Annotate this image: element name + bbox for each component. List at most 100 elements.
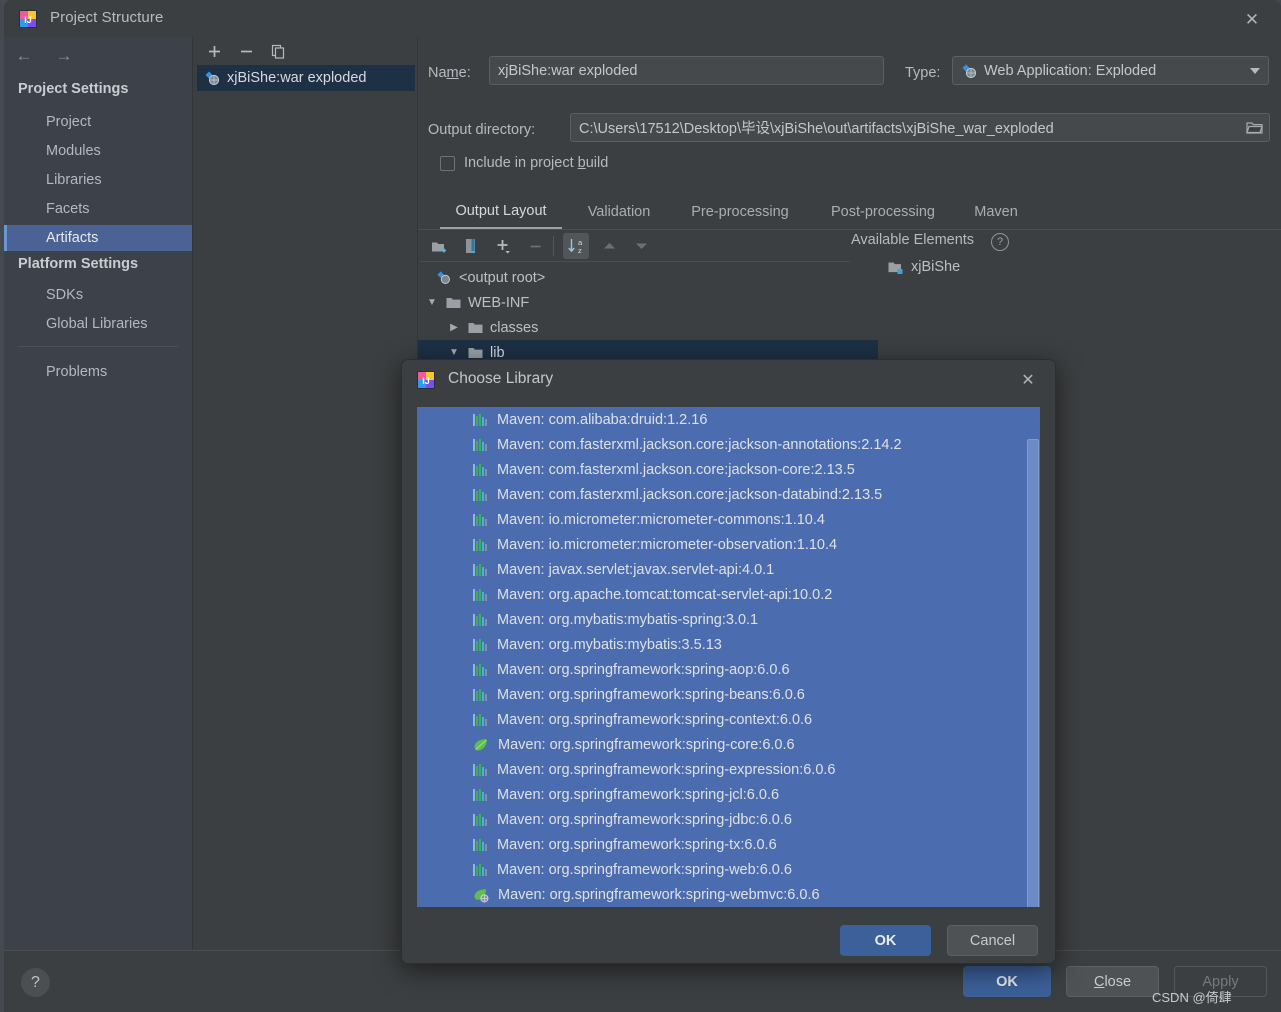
- tree-row-output-root[interactable]: <output root>: [418, 265, 852, 290]
- tab-label: Output Layout: [455, 203, 547, 219]
- list-item[interactable]: Maven: io.micrometer:micrometer-observat…: [417, 532, 1040, 557]
- tree-row-classes[interactable]: ▶ classes: [418, 315, 878, 340]
- chevron-down-icon[interactable]: ▼: [424, 295, 440, 311]
- sort-az-icon[interactable]: a z: [563, 233, 589, 259]
- library-list-scrollbar[interactable]: [1027, 423, 1040, 907]
- list-item-label: Maven: org.springframework:spring-web:6.…: [497, 861, 792, 878]
- choose-library-cancel-button[interactable]: Cancel: [947, 925, 1038, 956]
- close-icon[interactable]: ✕: [1235, 6, 1269, 32]
- add-artifact-button[interactable]: [201, 39, 227, 63]
- scrollbar-thumb[interactable]: [1027, 439, 1039, 907]
- sidebar-item-facets[interactable]: Facets: [4, 196, 192, 222]
- tree-row-label: classes: [490, 319, 539, 336]
- list-item[interactable]: Maven: org.mybatis:mybatis:3.5.13: [417, 632, 1040, 657]
- tab-validation[interactable]: Validation: [573, 195, 665, 229]
- list-item[interactable]: Maven: org.mybatis:mybatis-spring:3.0.1: [417, 607, 1040, 632]
- list-item[interactable]: Maven: org.springframework:spring-web:6.…: [417, 857, 1040, 882]
- list-item[interactable]: Maven: com.fasterxml.jackson.core:jackso…: [417, 482, 1040, 507]
- intellij-idea-icon: IJ: [416, 370, 436, 390]
- maven-icon: [473, 613, 488, 627]
- maven-icon: [473, 788, 488, 802]
- list-item[interactable]: Maven: com.fasterxml.jackson.core:jackso…: [417, 457, 1040, 482]
- archive-icon[interactable]: [458, 233, 484, 259]
- module-folder-icon: [888, 261, 903, 274]
- tree-row-label: <output root>: [459, 269, 546, 286]
- list-item[interactable]: Maven: org.springframework:spring-tx:6.0…: [417, 832, 1040, 857]
- help-icon[interactable]: ?: [991, 233, 1009, 251]
- intellij-idea-icon: IJ: [18, 9, 38, 29]
- tab-post-processing[interactable]: Post-processing: [816, 195, 950, 229]
- sidebar-item-project[interactable]: Project: [4, 109, 192, 135]
- sidebar-item-global-libraries[interactable]: Global Libraries: [4, 311, 192, 337]
- list-item[interactable]: Maven: javax.servlet:javax.servlet-api:4…: [417, 557, 1040, 582]
- available-element-item[interactable]: xjBiShe: [888, 259, 960, 275]
- chevron-right-icon[interactable]: ▶: [446, 320, 462, 336]
- output-directory-label: Output directory:: [428, 122, 536, 138]
- tree-row-web-inf[interactable]: ▼ WEB-INF: [418, 290, 856, 315]
- csdn-watermark: CSDN @倚肆: [1152, 990, 1232, 1005]
- artifact-name-input[interactable]: xjBiShe:war exploded: [489, 56, 884, 85]
- help-icon[interactable]: ?: [21, 968, 50, 997]
- sidebar-item-label: Artifacts: [46, 230, 99, 246]
- tab-pre-processing[interactable]: Pre-processing: [676, 195, 804, 229]
- back-arrow-icon[interactable]: ←: [12, 44, 36, 68]
- artifact-list-item[interactable]: xjBiShe:war exploded: [197, 65, 415, 91]
- folder-icon: [468, 346, 483, 359]
- list-item[interactable]: Maven: org.springframework:spring-core:6…: [417, 732, 1040, 757]
- sidebar-item-sdks[interactable]: SDKs: [4, 282, 192, 308]
- maven-icon: [473, 838, 488, 852]
- folder-icon: [468, 321, 483, 334]
- settings-sidebar: ← → Project Settings Project Modules Lib…: [4, 37, 193, 950]
- sidebar-item-problems[interactable]: Problems: [4, 359, 192, 385]
- sidebar-item-artifacts[interactable]: Artifacts: [4, 225, 192, 251]
- plus-dropdown-icon[interactable]: [490, 233, 516, 259]
- close-button[interactable]: Close: [1066, 966, 1159, 997]
- close-icon[interactable]: ✕: [1013, 368, 1043, 392]
- list-item[interactable]: Maven: org.springframework:spring-contex…: [417, 707, 1040, 732]
- sidebar-item-libraries[interactable]: Libraries: [4, 167, 192, 193]
- artifact-icon: [961, 63, 977, 79]
- list-item[interactable]: Maven: org.springframework:spring-webmvc…: [417, 882, 1040, 907]
- tab-maven[interactable]: Maven: [963, 195, 1029, 229]
- list-item-label: Maven: org.springframework:spring-tx:6.0…: [497, 836, 777, 853]
- list-item-label: Maven: org.springframework:spring-core:6…: [498, 736, 795, 753]
- copy-artifact-icon[interactable]: [265, 39, 291, 63]
- list-item[interactable]: Maven: org.springframework:spring-beans:…: [417, 682, 1040, 707]
- folder-open-icon[interactable]: [1243, 118, 1265, 138]
- output-directory-value: C:\Users\17512\Desktop\毕设\xjBiShe\out\ar…: [579, 121, 1054, 137]
- list-item-label: Maven: com.fasterxml.jackson.core:jackso…: [497, 461, 855, 478]
- list-item-label: Maven: org.springframework:spring-contex…: [497, 711, 813, 728]
- sidebar-item-modules[interactable]: Modules: [4, 138, 192, 164]
- new-folder-icon[interactable]: [426, 233, 452, 259]
- list-item[interactable]: Maven: org.springframework:spring-jdbc:6…: [417, 807, 1040, 832]
- list-item[interactable]: Maven: com.fasterxml.jackson.core:jackso…: [417, 432, 1040, 457]
- forward-arrow-icon[interactable]: →: [52, 44, 76, 68]
- list-item[interactable]: Maven: org.springframework:spring-aop:6.…: [417, 657, 1040, 682]
- remove-artifact-button[interactable]: [233, 39, 259, 63]
- artifact-icon: [436, 270, 452, 286]
- tab-output-layout[interactable]: Output Layout: [440, 195, 562, 229]
- include-in-project-build-checkbox[interactable]: Include in project build: [440, 155, 608, 171]
- list-item-label: Maven: org.springframework:spring-webmvc…: [498, 886, 820, 903]
- choose-library-ok-button[interactable]: OK: [840, 925, 931, 956]
- list-item-label: Maven: org.apache.tomcat:tomcat-servlet-…: [497, 586, 833, 603]
- list-item[interactable]: Maven: org.apache.tomcat:tomcat-servlet-…: [417, 582, 1040, 607]
- tab-label: Pre-processing: [691, 204, 789, 220]
- list-item[interactable]: Maven: org.springframework:spring-expres…: [417, 757, 1040, 782]
- ok-button[interactable]: OK: [963, 966, 1051, 997]
- list-item[interactable]: Maven: io.micrometer:micrometer-commons:…: [417, 507, 1040, 532]
- arrow-up-icon: [596, 233, 622, 259]
- library-list[interactable]: Maven: com.alibaba:druid:1.2.16 Maven: c…: [417, 407, 1040, 907]
- list-item-label: Maven: org.springframework:spring-expres…: [497, 761, 836, 778]
- list-item[interactable]: Maven: com.alibaba:druid:1.2.16: [417, 407, 1040, 432]
- artifact-type-combobox[interactable]: Web Application: Exploded: [952, 56, 1269, 85]
- list-item-label: Maven: org.springframework:spring-jcl:6.…: [497, 786, 780, 803]
- artifacts-list-panel: xjBiShe:war exploded: [193, 37, 418, 950]
- output-directory-input[interactable]: C:\Users\17512\Desktop\毕设\xjBiShe\out\ar…: [570, 113, 1270, 142]
- list-item-label: Maven: com.alibaba:druid:1.2.16: [497, 411, 708, 428]
- chevron-down-icon[interactable]: [1250, 67, 1260, 74]
- toolbar-separator: [553, 236, 554, 256]
- folder-icon: [446, 296, 461, 309]
- list-item[interactable]: Maven: org.springframework:spring-jcl:6.…: [417, 782, 1040, 807]
- navigation-arrows: ← →: [12, 44, 76, 68]
